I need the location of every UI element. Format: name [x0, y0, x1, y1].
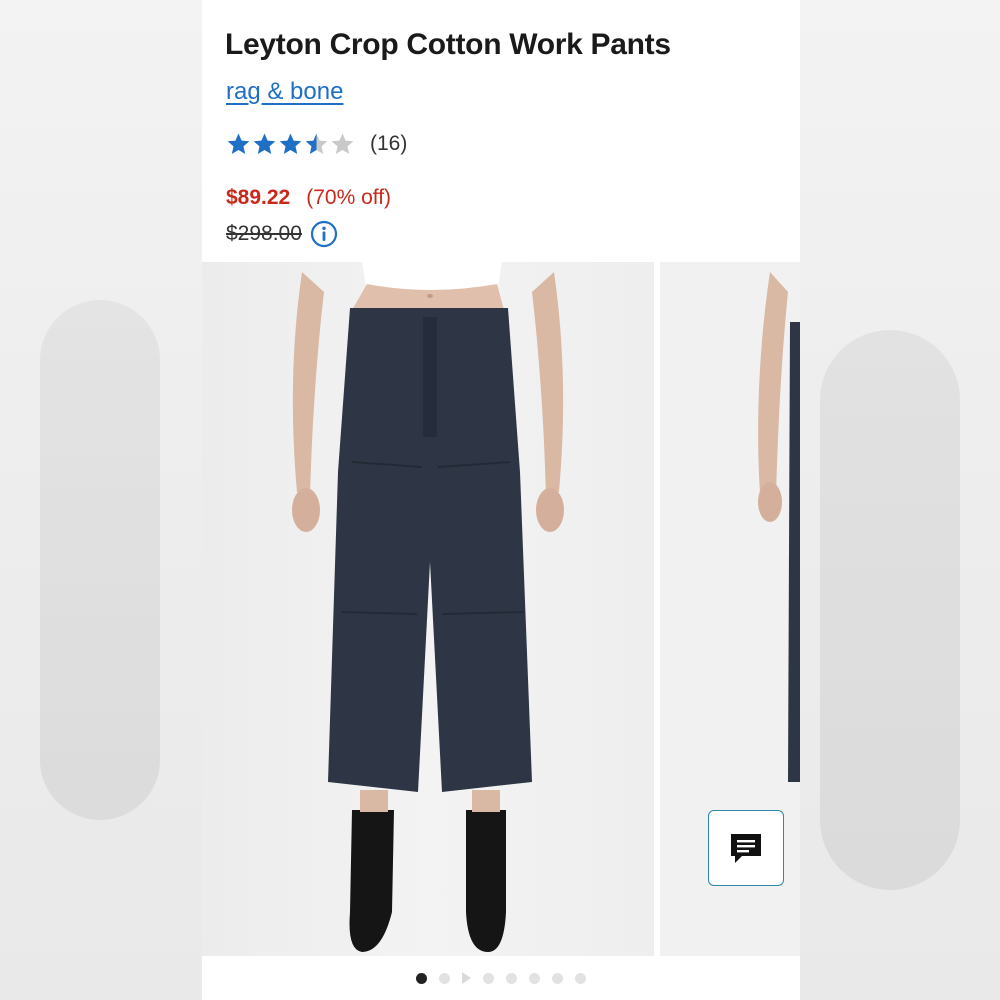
pagination-dot[interactable]: [483, 972, 494, 984]
rating-row[interactable]: (16): [226, 128, 407, 160]
video-play-icon[interactable]: [462, 972, 471, 984]
review-count[interactable]: (16): [370, 132, 407, 156]
pagination-dot[interactable]: [529, 972, 540, 984]
pagination-dot[interactable]: [552, 972, 563, 984]
pagination-dot[interactable]: [416, 972, 427, 984]
chat-button[interactable]: [708, 810, 784, 886]
price-row: $89.22 (70% off): [226, 186, 391, 210]
product-panel: Leyton Crop Cotton Work Pants rag & bone…: [202, 0, 800, 1000]
star-icon: [305, 133, 328, 154]
model-wearing-pants-image: [292, 262, 564, 952]
pagination-dot[interactable]: [575, 972, 586, 984]
pagination-dot[interactable]: [439, 972, 450, 984]
original-price-row: $298.00: [226, 220, 338, 248]
product-title: Leyton Crop Cotton Work Pants: [225, 28, 671, 61]
discount-label: (70% off): [306, 186, 392, 209]
sale-price: $89.22: [226, 186, 291, 209]
pagination-dot[interactable]: [506, 972, 517, 984]
background-blur-right: [800, 0, 1000, 1000]
star-icon: [331, 133, 354, 154]
product-image-main[interactable]: [202, 262, 654, 956]
info-circle-icon[interactable]: [310, 220, 338, 248]
star-icon: [279, 133, 302, 154]
original-price: $298.00: [226, 222, 302, 245]
chat-icon: [731, 834, 761, 863]
star-rating: [226, 132, 356, 157]
star-icon: [253, 133, 276, 154]
gallery-pagination[interactable]: [202, 966, 800, 990]
background-blur-left: [0, 0, 202, 1000]
brand-link[interactable]: rag & bone: [226, 78, 343, 106]
star-icon: [227, 133, 250, 154]
